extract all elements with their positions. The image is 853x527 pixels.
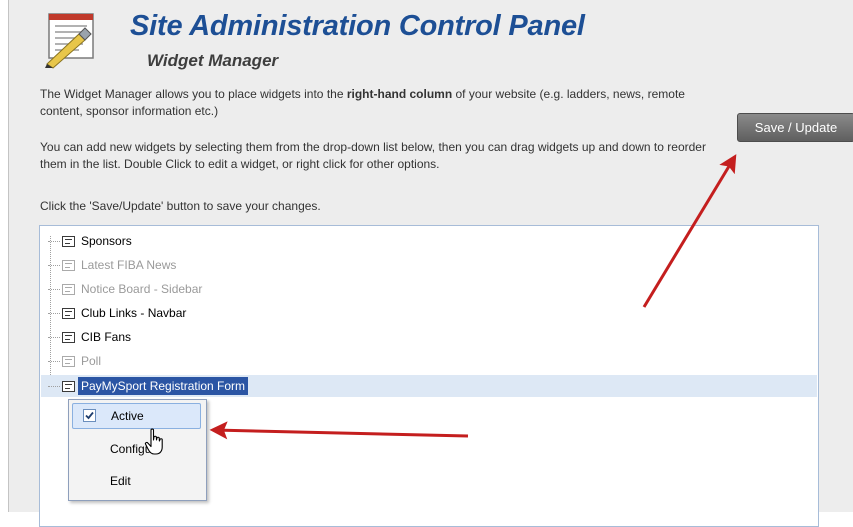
widget-item-sponsors[interactable]: Sponsors: [40, 230, 135, 252]
widget-list-icon: [62, 331, 75, 343]
widget-list-icon: [62, 235, 75, 247]
intro-paragraph: The Widget Manager allows you to place w…: [40, 86, 730, 120]
widget-list-icon: [62, 283, 75, 295]
save-instructions: Click the 'Save/Update' button to save y…: [40, 199, 321, 213]
context-menu: Active Configure Edit: [68, 399, 207, 501]
widget-label: Club Links - Navbar: [81, 306, 187, 320]
menu-label-active: Active: [111, 409, 144, 423]
save-update-button[interactable]: Save / Update: [737, 113, 853, 142]
widget-label: Poll: [81, 354, 102, 368]
widget-list-icon: [62, 380, 75, 392]
widget-list-icon: [62, 355, 75, 367]
menu-label-edit: Edit: [110, 474, 131, 488]
widget-label: Latest FIBA News: [81, 258, 177, 272]
admin-checklist-logo-icon: [45, 13, 94, 69]
widget-item-latest-fiba-news[interactable]: Latest FIBA News: [40, 254, 179, 276]
widget-item-cib-fans[interactable]: CIB Fans: [40, 326, 134, 348]
intro-bold-text: right-hand column: [346, 87, 453, 101]
hand-pointer-icon: [144, 428, 163, 455]
widget-item-notice-board[interactable]: Notice Board - Sidebar: [40, 278, 205, 300]
instructions-paragraph: You can add new widgets by selecting the…: [40, 140, 706, 171]
widget-list-icon: [62, 259, 75, 271]
widget-list-icon: [62, 307, 75, 319]
active-checkbox[interactable]: [83, 409, 96, 422]
widget-label: Sponsors: [81, 234, 132, 248]
intro-text-start: The Widget Manager allows you to place w…: [40, 87, 347, 101]
widget-item-club-links[interactable]: Club Links - Navbar: [40, 302, 189, 324]
widget-item-paymysport[interactable]: PayMySport Registration Form: [40, 375, 249, 397]
menu-item-active[interactable]: Active: [72, 403, 201, 429]
page-title: Site Administration Control Panel: [130, 10, 585, 42]
checkmark-icon: [85, 411, 94, 420]
widget-label-selected: PayMySport Registration Form: [78, 377, 249, 395]
menu-item-configure[interactable]: Configure: [72, 436, 201, 462]
widget-item-poll[interactable]: Poll: [40, 350, 104, 372]
page-subtitle: Widget Manager: [147, 51, 279, 70]
widget-label: Notice Board - Sidebar: [81, 282, 203, 296]
widget-label: CIB Fans: [81, 330, 132, 344]
menu-item-edit[interactable]: Edit: [72, 468, 201, 494]
